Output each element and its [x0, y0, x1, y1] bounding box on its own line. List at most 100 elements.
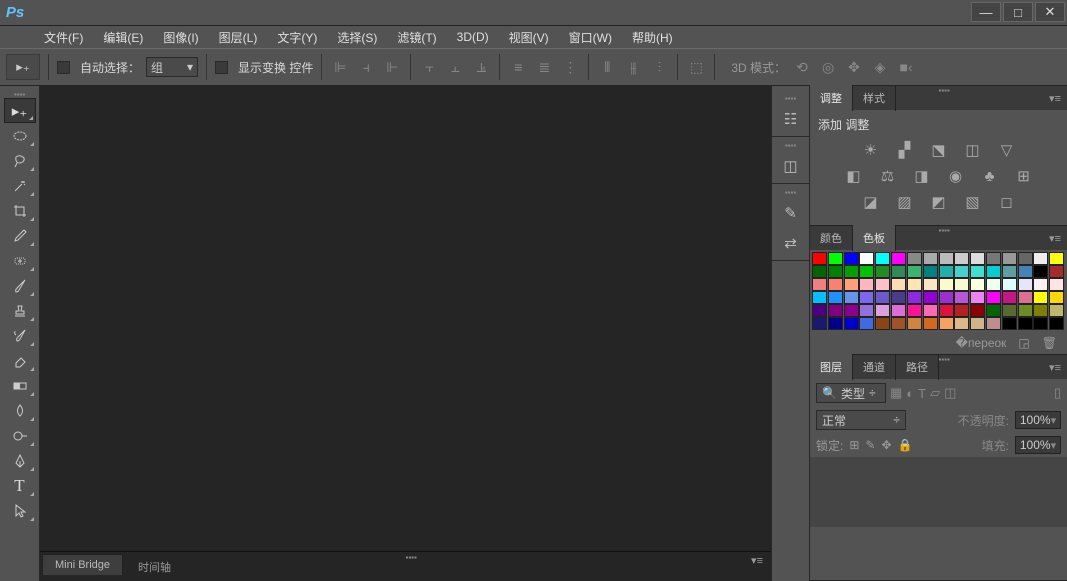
grip-icon[interactable]: ▪▪▪▪ — [939, 86, 950, 95]
swatch[interactable] — [1002, 252, 1017, 265]
swatch[interactable] — [1018, 304, 1033, 317]
swatch[interactable] — [923, 265, 938, 278]
swatch[interactable] — [907, 291, 922, 304]
swatch[interactable] — [844, 265, 859, 278]
vibrance-icon[interactable]: ▽ — [997, 141, 1017, 159]
healing-tool[interactable] — [4, 248, 36, 273]
lock-all-icon[interactable]: 🔒 — [898, 438, 913, 452]
swatch[interactable] — [986, 278, 1001, 291]
lock-transparency-icon[interactable]: ⊞ — [849, 438, 859, 452]
filter-shape-icon[interactable]: ▱ — [930, 385, 940, 401]
swatch[interactable] — [1018, 278, 1033, 291]
panel-menu-icon[interactable]: ▾≡ — [1049, 92, 1061, 105]
distribute-icon[interactable]: ⫵ — [623, 57, 643, 77]
brush-tool[interactable] — [4, 273, 36, 298]
filter-pixel-icon[interactable]: ▦ — [890, 385, 902, 401]
swatch[interactable] — [1018, 291, 1033, 304]
history-brush-tool[interactable] — [4, 323, 36, 348]
swatch[interactable] — [875, 278, 890, 291]
align-icon[interactable]: ⊫ — [330, 57, 350, 77]
swatch[interactable] — [1049, 291, 1064, 304]
swatch[interactable] — [970, 291, 985, 304]
tab-timeline[interactable]: 时间轴 — [125, 554, 184, 579]
menu-image[interactable]: 图像(I) — [153, 26, 208, 49]
align-icon[interactable]: ⫡ — [471, 57, 491, 77]
filter-smart-icon[interactable]: ◫ — [944, 385, 956, 401]
menu-select[interactable]: 选择(S) — [327, 26, 387, 49]
minimize-button[interactable]: — — [971, 2, 1001, 22]
swatch[interactable] — [844, 278, 859, 291]
swatch[interactable] — [954, 265, 969, 278]
layer-filter-dropdown[interactable]: 🔍 类型 ÷ — [816, 383, 886, 403]
swatch[interactable] — [844, 317, 859, 330]
curves-icon[interactable]: ⬔ — [929, 141, 949, 159]
grip-icon[interactable]: ▪▪▪▪ — [0, 90, 39, 98]
swatch[interactable] — [1033, 291, 1048, 304]
swatch[interactable] — [1002, 265, 1017, 278]
swatch[interactable] — [1033, 265, 1048, 278]
tab-layers[interactable]: 图层 — [810, 354, 853, 380]
grip-icon[interactable]: ▪▪▪▪ — [939, 226, 950, 235]
swatch[interactable] — [859, 291, 874, 304]
3d-orbit-icon[interactable]: ⟲ — [792, 57, 812, 77]
align-icon[interactable]: ⫟ — [419, 57, 439, 77]
color-balance-icon[interactable]: ⚖ — [878, 167, 898, 185]
swatch[interactable] — [970, 252, 985, 265]
grip-icon[interactable]: ▪▪▪▪ — [785, 141, 796, 149]
swatch[interactable] — [1018, 317, 1033, 330]
menu-layer[interactable]: 图层(L) — [209, 26, 268, 49]
swatch[interactable] — [923, 252, 938, 265]
blur-tool[interactable] — [4, 398, 36, 423]
channel-mixer-icon[interactable]: ♣ — [980, 167, 1000, 185]
magic-wand-tool[interactable] — [4, 173, 36, 198]
swatch[interactable] — [891, 252, 906, 265]
swatch[interactable] — [986, 265, 1001, 278]
hue-icon[interactable]: ◧ — [844, 167, 864, 185]
lock-position-icon[interactable]: ✥ — [881, 438, 891, 452]
swatch[interactable] — [907, 317, 922, 330]
swatch[interactable] — [907, 252, 922, 265]
swatch[interactable] — [812, 317, 827, 330]
menu-file[interactable]: 文件(F) — [34, 26, 93, 49]
swatch[interactable] — [1033, 317, 1048, 330]
swatch[interactable] — [875, 265, 890, 278]
swatch[interactable] — [812, 265, 827, 278]
lock-pixels-icon[interactable]: ✎ — [865, 438, 875, 452]
show-transform-checkbox[interactable] — [215, 61, 228, 74]
swatch[interactable] — [939, 278, 954, 291]
swatch[interactable] — [907, 265, 922, 278]
gradient-map-icon[interactable]: ▧ — [963, 193, 983, 211]
panel-menu-icon[interactable]: ▾≡ — [751, 554, 763, 567]
grip-icon[interactable]: ▪▪▪▪ — [785, 188, 796, 196]
swatch[interactable] — [891, 278, 906, 291]
distribute-icon[interactable]: ⫴ — [597, 57, 617, 77]
filter-adjust-icon[interactable]: ◐ — [906, 386, 914, 401]
swatch[interactable] — [986, 291, 1001, 304]
blend-mode-dropdown[interactable]: 正常÷ — [816, 410, 906, 430]
path-select-tool[interactable] — [4, 498, 36, 523]
tab-channels[interactable]: 通道 — [853, 354, 896, 380]
swatch[interactable] — [1033, 278, 1048, 291]
swatch[interactable] — [812, 278, 827, 291]
color-lookup-icon[interactable]: ⊞ — [1014, 167, 1034, 185]
swatch[interactable] — [954, 317, 969, 330]
properties-panel-icon[interactable]: ◫ — [777, 153, 805, 179]
swatch[interactable] — [875, 317, 890, 330]
align-icon[interactable]: ⊩ — [382, 57, 402, 77]
marquee-tool[interactable] — [4, 123, 36, 148]
swatch[interactable] — [970, 304, 985, 317]
new-swatch-icon[interactable]: ◲ — [1018, 336, 1029, 350]
threshold-icon[interactable]: ◩ — [929, 193, 949, 211]
tab-swatches[interactable]: 色板 — [853, 225, 896, 251]
swatch[interactable] — [812, 291, 827, 304]
brightness-icon[interactable]: ☀ — [861, 141, 881, 159]
swatch[interactable] — [970, 317, 985, 330]
exposure-icon[interactable]: ◫ — [963, 141, 983, 159]
swatch[interactable] — [923, 304, 938, 317]
swatch[interactable] — [923, 291, 938, 304]
filter-toggle-icon[interactable]: ▯ — [1054, 385, 1061, 401]
swatch[interactable] — [844, 304, 859, 317]
swatch[interactable] — [1049, 278, 1064, 291]
swatch[interactable] — [939, 317, 954, 330]
tab-styles[interactable]: 样式 — [853, 85, 896, 111]
